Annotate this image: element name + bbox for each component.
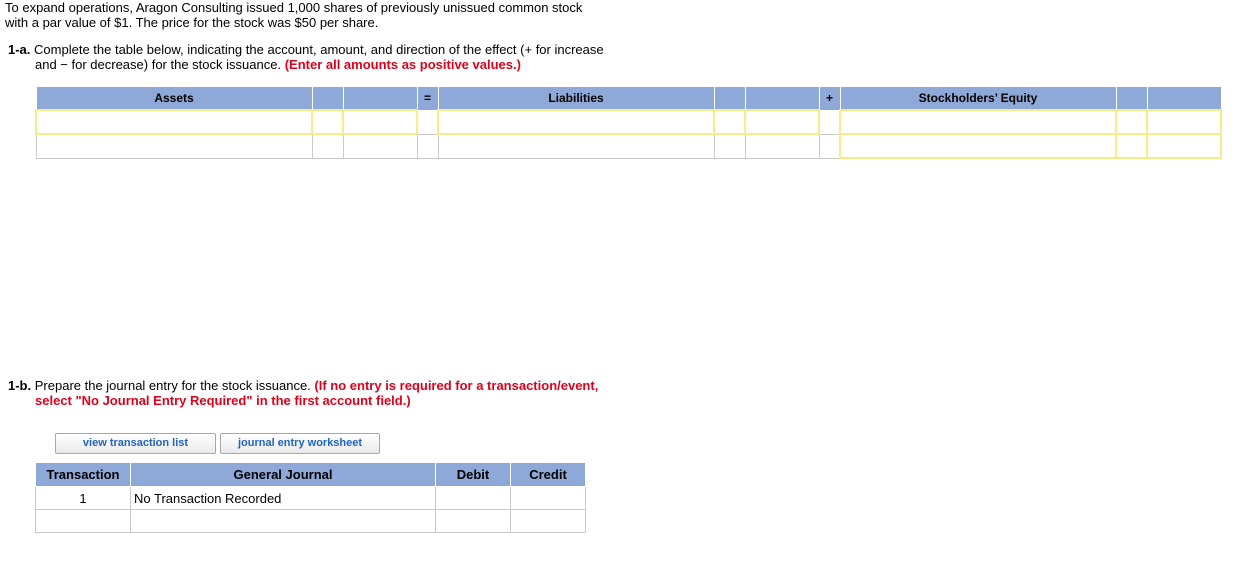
part-a-line-2: and − for decrease) for the stock issuan…: [8, 57, 648, 72]
liabilities-amount-input-1[interactable]: [744, 109, 820, 135]
journal-table: Transaction General Journal Debit Credit…: [35, 462, 586, 533]
assets-amount-input-1[interactable]: [342, 109, 418, 135]
journal-row: 1 No Transaction Recorded: [35, 486, 586, 510]
equity-direction-dropdown-1[interactable]: [1115, 109, 1148, 135]
equity-direction-dropdown-2[interactable]: [1115, 133, 1148, 159]
part-a-instructions: 1-a. Complete the table below, indicatin…: [8, 42, 648, 72]
credit-header: Credit: [510, 462, 586, 487]
assets-account-dropdown-1[interactable]: [35, 109, 313, 135]
equation-header-row: Assets = Liabilities + Stockholders’ Equ…: [35, 86, 1222, 111]
journal-header-row: Transaction General Journal Debit Credit: [35, 462, 586, 487]
liabilities-amount-cell-2: [744, 133, 820, 159]
journal-credit: [510, 486, 586, 510]
journal-credit: [510, 509, 586, 533]
journal-debit: [435, 486, 511, 510]
equals-spacer-2: [416, 133, 439, 159]
plus-sign: +: [818, 86, 841, 111]
liabilities-account-cell-2: [437, 133, 715, 159]
part-a-number: 1-a.: [8, 42, 31, 57]
plus-spacer-1: [818, 109, 841, 135]
assets-account-cell-2: [35, 133, 313, 159]
problem-line-1: To expand operations, Aragon Consulting …: [5, 0, 583, 15]
part-a-line-2-text: and − for decrease) for the stock issuan…: [35, 57, 282, 72]
part-a-line-1: Complete the table below, indicating the…: [34, 42, 604, 57]
view-transaction-list-button[interactable]: view transaction list: [55, 433, 216, 454]
journal-account: [130, 509, 436, 533]
part-b-line-1: Prepare the journal entry for the stock …: [34, 378, 311, 393]
journal-entry-worksheet-button[interactable]: journal entry worksheet: [220, 433, 380, 454]
debit-header: Debit: [435, 462, 511, 487]
transaction-number: [35, 509, 131, 533]
equity-account-dropdown-2[interactable]: [839, 133, 1117, 159]
liabilities-amount-header: [744, 86, 820, 111]
equals-spacer-1: [416, 109, 439, 135]
part-b-warning-1: (If no entry is required for a transacti…: [314, 378, 599, 393]
liabilities-header: Liabilities: [437, 86, 715, 111]
journal-debit: [435, 509, 511, 533]
assets-direction-cell-2: [311, 133, 344, 159]
liabilities-sign-header: [713, 86, 746, 111]
equals-sign: =: [416, 86, 439, 111]
liabilities-direction-cell-2: [713, 133, 746, 159]
liabilities-account-dropdown-1[interactable]: [437, 109, 715, 135]
equity-amount-input-1[interactable]: [1146, 109, 1222, 135]
equation-row-2: [35, 133, 1222, 159]
liabilities-direction-dropdown-1[interactable]: [713, 109, 746, 135]
part-b-warning-2: select "No Journal Entry Required" in th…: [35, 393, 411, 408]
part-b-instructions: 1-b. Prepare the journal entry for the s…: [8, 378, 648, 408]
equation-row-1: [35, 109, 1222, 135]
problem-statement: To expand operations, Aragon Consulting …: [5, 0, 635, 30]
assets-sign-header: [311, 86, 344, 111]
journal-account: No Transaction Recorded: [130, 486, 436, 510]
transaction-header: Transaction: [35, 462, 131, 487]
transaction-number: 1: [35, 486, 131, 510]
part-a-warning: (Enter all amounts as positive values.): [284, 57, 521, 72]
equity-account-dropdown-1[interactable]: [839, 109, 1117, 135]
accounting-equation-table: Assets = Liabilities + Stockholders’ Equ…: [35, 86, 1222, 159]
equity-sign-header: [1115, 86, 1148, 111]
plus-spacer-2: [818, 133, 841, 159]
part-b-number: 1-b.: [8, 378, 32, 393]
journal-row: [35, 509, 586, 533]
assets-header: Assets: [35, 86, 313, 111]
assets-amount-header: [342, 86, 418, 111]
assets-amount-cell-2: [342, 133, 418, 159]
equity-header: Stockholders’ Equity: [839, 86, 1117, 111]
general-journal-header: General Journal: [130, 462, 436, 487]
equity-amount-header: [1146, 86, 1222, 111]
equity-amount-input-2[interactable]: [1146, 133, 1222, 159]
problem-line-2: with a par value of $1. The price for th…: [5, 15, 379, 30]
assets-direction-dropdown-1[interactable]: [311, 109, 344, 135]
